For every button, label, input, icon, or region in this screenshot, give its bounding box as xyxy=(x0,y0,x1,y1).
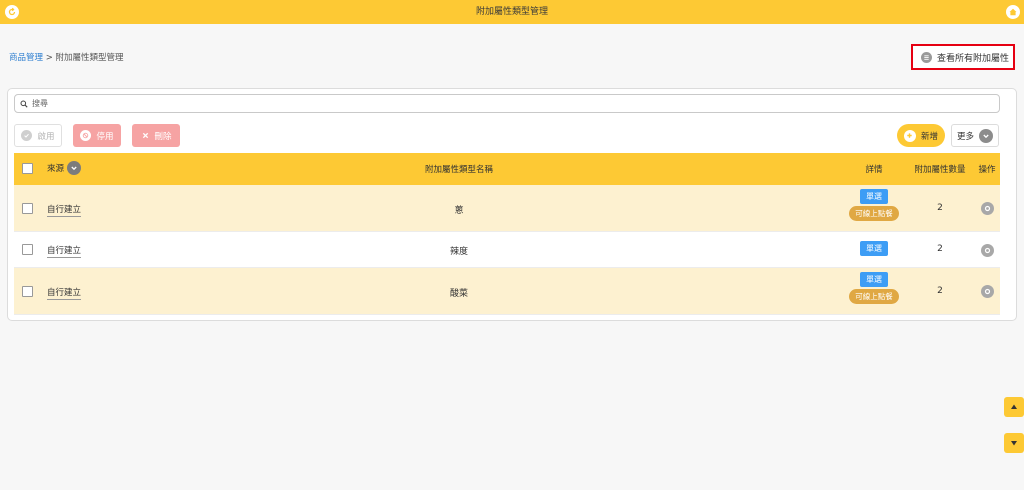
scroll-down-button[interactable] xyxy=(1004,433,1024,453)
search-input[interactable] xyxy=(32,99,932,108)
row-checkbox[interactable] xyxy=(22,203,33,214)
source-header-label: 來源 xyxy=(47,164,65,174)
name-header: 附加屬性類型名稱 xyxy=(424,165,493,175)
row-count: 2 xyxy=(937,286,943,296)
disable-label: 停用 xyxy=(96,131,114,142)
online-order-badge: 可線上點餐 xyxy=(849,206,899,221)
row-detail: 單選 xyxy=(844,241,904,256)
home-button[interactable] xyxy=(1006,5,1020,19)
home-icon xyxy=(1009,8,1017,16)
row-detail: 單選 可線上點餐 xyxy=(844,272,904,304)
chevron-down-icon xyxy=(979,128,993,143)
gear-icon[interactable] xyxy=(980,285,994,298)
single-choice-badge: 單選 xyxy=(860,241,888,256)
row-name: 酸菜 xyxy=(449,289,468,299)
more-label: 更多 xyxy=(956,131,974,142)
single-choice-badge: 單選 xyxy=(860,272,888,287)
select-all-checkbox[interactable] xyxy=(22,163,33,174)
view-all-attributes-button[interactable]: 查看所有附加屬性 xyxy=(911,44,1015,70)
detail-header: 詳情 xyxy=(865,165,883,175)
row-checkbox[interactable] xyxy=(22,244,33,255)
delete-button[interactable]: 刪除 xyxy=(132,124,180,147)
single-choice-badge: 單選 xyxy=(860,189,888,204)
online-order-badge: 可線上點餐 xyxy=(849,289,899,304)
triangle-down-icon xyxy=(1011,441,1017,446)
attribute-type-table: 來源 附加屬性類型名稱 詳情 附加屬性數量 操作 自行建立 蔥 單選 可線上點餐… xyxy=(14,153,1000,315)
enable-label: 啟用 xyxy=(37,131,55,142)
row-count: 2 xyxy=(937,244,943,254)
row-source-link[interactable]: 自行建立 xyxy=(47,205,82,217)
table-header: 來源 附加屬性類型名稱 詳情 附加屬性數量 操作 xyxy=(14,153,1000,185)
view-all-attributes-label: 查看所有附加屬性 xyxy=(937,53,1010,64)
source-header[interactable]: 來源 xyxy=(47,161,82,175)
row-source-link[interactable]: 自行建立 xyxy=(47,246,82,258)
list-icon xyxy=(921,51,932,63)
table-row: 自行建立 辣度 單選 2 xyxy=(14,232,1000,268)
search-bar xyxy=(14,94,1000,113)
top-bar: 附加屬性類型管理 xyxy=(0,0,1024,24)
scroll-up-button[interactable] xyxy=(1004,397,1024,417)
breadcrumb-separator: > xyxy=(43,53,56,63)
row-source-link[interactable]: 自行建立 xyxy=(47,288,82,300)
plus-circle-icon xyxy=(903,129,916,142)
delete-label: 刪除 xyxy=(154,131,172,142)
operation-header: 操作 xyxy=(978,165,996,175)
add-button[interactable]: 新增 xyxy=(897,124,945,147)
row-checkbox[interactable] xyxy=(22,286,33,297)
search-icon xyxy=(20,100,28,108)
row-detail: 單選 可線上點餐 xyxy=(844,189,904,221)
row-name: 蔥 xyxy=(454,206,464,216)
gear-icon[interactable] xyxy=(980,244,994,257)
row-name: 辣度 xyxy=(449,247,468,257)
more-button[interactable]: 更多 xyxy=(951,124,999,147)
breadcrumb-parent-link[interactable]: 商品管理 xyxy=(9,53,43,63)
disable-button[interactable]: 停用 xyxy=(73,124,121,147)
check-circle-icon xyxy=(21,130,33,141)
ban-icon xyxy=(80,130,92,141)
triangle-up-icon xyxy=(1011,404,1017,409)
breadcrumb: 商品管理 > 附加屬性類型管理 xyxy=(9,51,124,63)
add-label: 新增 xyxy=(920,131,938,142)
page-title: 附加屬性類型管理 xyxy=(475,7,548,17)
breadcrumb-current: 附加屬性類型管理 xyxy=(55,53,124,63)
row-count: 2 xyxy=(937,203,943,213)
table-row: 自行建立 酸菜 單選 可線上點餐 2 xyxy=(14,268,1000,315)
table-row: 自行建立 蔥 單選 可線上點餐 2 xyxy=(14,185,1000,232)
chevron-down-icon xyxy=(67,161,82,175)
gear-icon[interactable] xyxy=(980,202,994,215)
close-icon xyxy=(140,130,151,141)
enable-button[interactable]: 啟用 xyxy=(14,124,62,147)
count-header: 附加屬性數量 xyxy=(914,165,966,175)
main-panel: 啟用 停用 刪除 新增 更多 來源 xyxy=(7,88,1017,321)
